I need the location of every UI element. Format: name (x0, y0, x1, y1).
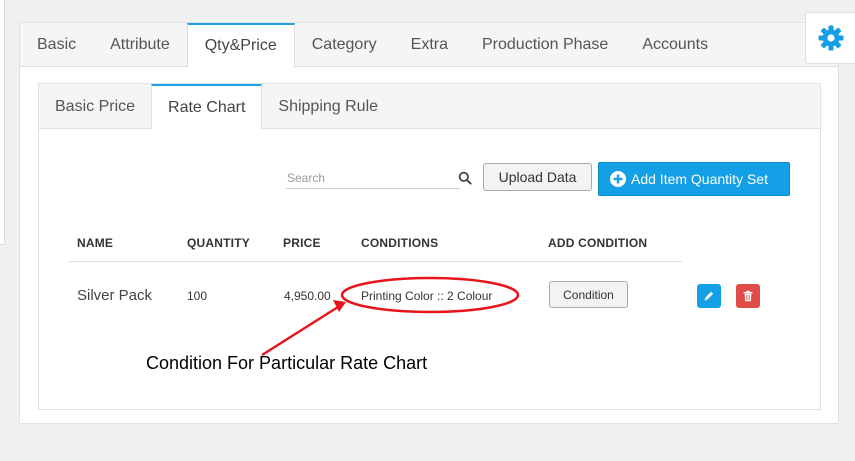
add-item-quantity-set-button[interactable]: Add Item Quantity Set (598, 162, 790, 196)
sub-tab-bar: Basic Price Rate Chart Shipping Rule (39, 84, 820, 130)
search-box (286, 167, 476, 189)
add-item-quantity-set-label: Add Item Quantity Set (631, 171, 768, 187)
tab-qty-price[interactable]: Qty&Price (186, 23, 295, 68)
row-quantity: 100 (187, 289, 208, 303)
edit-button[interactable] (697, 284, 721, 308)
column-header-quantity: QUANTITY (187, 236, 250, 250)
table-header: NAME QUANTITY PRICE CONDITIONS ADD CONDI… (69, 232, 682, 262)
trash-icon (743, 290, 753, 302)
plus-circle-icon (610, 171, 626, 187)
column-header-price: PRICE (283, 236, 321, 250)
column-header-name: NAME (77, 236, 114, 250)
gear-icon (818, 25, 843, 51)
tab-category[interactable]: Category (295, 23, 394, 67)
pencil-icon (704, 291, 714, 301)
delete-button[interactable] (736, 284, 760, 308)
row-conditions: Printing Color :: 2 Colour (361, 289, 493, 303)
row-name: Silver Pack (77, 287, 153, 304)
tab-basic-price[interactable]: Basic Price (39, 84, 151, 129)
tab-shipping-rule[interactable]: Shipping Rule (262, 84, 394, 129)
condition-button[interactable]: Condition (549, 281, 628, 308)
tab-basic[interactable]: Basic (20, 23, 93, 67)
settings-button[interactable] (805, 12, 855, 64)
upload-data-button[interactable]: Upload Data (483, 163, 592, 191)
annotation-label: Condition For Particular Rate Chart (146, 353, 428, 373)
main-tab-bar: Basic Attribute Qty&Price Category Extra… (20, 23, 838, 68)
product-editor-panel: Basic Attribute Qty&Price Category Extra… (19, 22, 839, 424)
search-input[interactable] (286, 167, 460, 189)
tab-extra[interactable]: Extra (394, 23, 465, 67)
tab-accounts[interactable]: Accounts (625, 23, 725, 67)
tab-rate-chart[interactable]: Rate Chart (151, 84, 263, 130)
column-header-add-condition: ADD CONDITION (548, 236, 648, 250)
row-price: 4,950.00 (284, 289, 331, 303)
side-panel-edge (0, 0, 5, 245)
tab-attribute[interactable]: Attribute (93, 23, 187, 67)
tab-production-phase[interactable]: Production Phase (465, 23, 625, 67)
column-header-conditions: CONDITIONS (361, 236, 439, 250)
search-icon[interactable] (458, 171, 472, 185)
